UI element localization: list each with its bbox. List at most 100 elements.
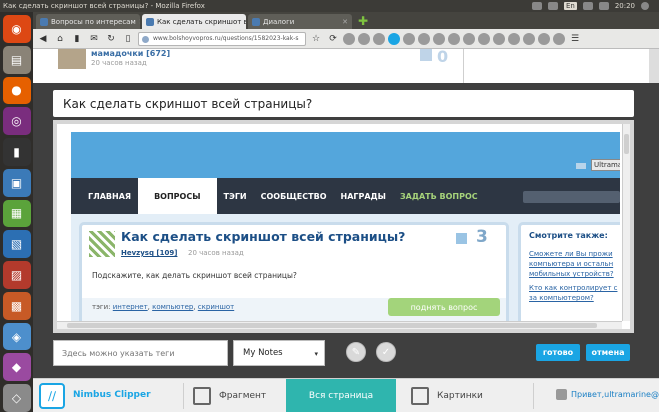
terminal-icon[interactable]: ▮ (2, 138, 31, 166)
firefox-icon[interactable]: ● (2, 76, 31, 105)
new-tab-plus-icon[interactable]: ✚ (354, 14, 372, 29)
tags-input[interactable] (53, 340, 228, 366)
addon-icon-7[interactable] (433, 32, 445, 45)
preview-header (71, 132, 620, 178)
addon-icon-8[interactable] (448, 32, 460, 45)
page-preview: Ultrama ГЛАВНАЯ ВОПРОСЫ ТЭГИ СООБЩЕСТВО … (53, 120, 634, 333)
tag-link: интернет (112, 303, 148, 311)
tab-label: Вопросы по интересам (51, 17, 136, 26)
addon-icon-6[interactable] (418, 32, 430, 45)
power-icon[interactable] (641, 2, 649, 10)
ubuntu-home-icon[interactable]: ◉ (2, 15, 31, 43)
edit-image-button[interactable]: ✓ (376, 342, 396, 362)
vote-count: 0 (437, 47, 449, 66)
battery-icon[interactable] (598, 2, 609, 10)
pen-edit-button[interactable]: ✎ (346, 342, 366, 362)
app-icon-3[interactable]: ▧ (2, 230, 31, 259)
tab-full-page-label: Вся страница (308, 391, 374, 401)
preview-vertical-scrollbar[interactable] (622, 124, 630, 321)
scroll-thumb[interactable] (624, 134, 629, 154)
volume-icon[interactable] (582, 2, 593, 10)
app-icon-2[interactable]: ▦ (2, 199, 31, 228)
reload-icon[interactable]: ⟳ (326, 32, 340, 46)
question-votes: 3 (476, 227, 488, 247)
close-icon[interactable]: ✕ (139, 18, 140, 26)
addon-icon-15[interactable] (553, 32, 565, 45)
top-panel: Как сделать скриншот всей страницы? - Mo… (0, 0, 659, 12)
refresh-icon[interactable]: ↻ (104, 32, 118, 46)
network-icon[interactable] (547, 2, 558, 10)
back-arrow-icon[interactable]: ◀ (36, 32, 50, 46)
scroll-thumb[interactable] (67, 323, 597, 328)
close-icon[interactable]: ✕ (342, 18, 348, 26)
user-icon (556, 389, 567, 400)
tab-bar: Вопросы по интересам ✕ Как сделать скрин… (33, 12, 659, 29)
menu-item-ask: ЗАДАТЬ ВОПРОС (399, 191, 478, 201)
tab-fragment[interactable]: Фрагмент (193, 379, 283, 412)
addon-icon-9[interactable] (463, 32, 475, 45)
preview-horizontal-scrollbar[interactable] (57, 321, 622, 329)
app-icon-1[interactable]: ▣ (2, 168, 31, 197)
eye-icon[interactable]: ◎ (2, 107, 31, 136)
divider (533, 383, 534, 409)
tab-interests[interactable]: Вопросы по интересам ✕ (36, 14, 140, 29)
addon-icon-11[interactable] (493, 32, 505, 45)
app-icon-5[interactable]: ▩ (2, 291, 31, 320)
mail-icon[interactable]: ✉ (87, 32, 101, 46)
addon-icon-2[interactable] (358, 32, 370, 45)
addon-icon-4[interactable] (388, 32, 400, 45)
edit-check-icon: ✓ (381, 346, 391, 358)
question-body: Подскажите, как делать скриншот всей стр… (92, 271, 297, 280)
addon-icon-12[interactable] (508, 32, 520, 45)
note-title[interactable]: Как сделать скриншот всей страницы? (53, 90, 634, 117)
mail-icon[interactable] (531, 2, 542, 10)
star-icon[interactable]: ☆ (309, 32, 323, 46)
clock[interactable]: 20:20 (615, 2, 635, 10)
tab-label: Как сделать скриншот все... (157, 17, 246, 26)
done-button[interactable]: готово (536, 344, 580, 361)
divider (183, 383, 184, 409)
addon-icon-1[interactable] (343, 32, 355, 45)
phone-icon[interactable]: ▯ (121, 32, 135, 46)
page-scrollbar[interactable] (649, 49, 659, 83)
tab-dialogs[interactable]: Диалоги ✕ (248, 14, 352, 29)
addon-icon-5[interactable] (403, 32, 415, 45)
home-icon[interactable]: ⌂ (53, 32, 67, 46)
tab-full-page[interactable]: Вся страница (286, 379, 396, 412)
menu-icon[interactable]: ☰ (568, 32, 582, 46)
preview-login: Ultrama (591, 159, 620, 171)
avatar (58, 49, 86, 69)
question-time: 20 часов назад (188, 249, 244, 257)
bookmark-icon[interactable]: ▮ (70, 32, 84, 46)
tags-label: тэги: (92, 303, 111, 311)
related-link: мобильных устройств? (529, 270, 614, 278)
cancel-button[interactable]: отмена (586, 344, 630, 361)
notebook-select[interactable]: My Notes ▾ (233, 340, 325, 366)
app-icon-8[interactable]: ◇ (2, 384, 31, 412)
message-icon (576, 163, 586, 169)
addon-icon-10[interactable] (478, 32, 490, 45)
tab-images[interactable]: Картинки (411, 379, 521, 412)
question-tags: тэги: интернет, компьютер, скриншот (92, 303, 235, 311)
app-icon-4[interactable]: ▨ (2, 261, 31, 289)
question-author: Hevzysq [109] (121, 249, 178, 257)
addon-icon-3[interactable] (373, 32, 385, 45)
keyboard-layout[interactable]: En (563, 2, 577, 10)
addon-icon-13[interactable] (523, 32, 535, 45)
site-favicon-icon (40, 17, 48, 26)
answer-time: 20 часов назад (91, 59, 147, 67)
addon-icon-14[interactable] (538, 32, 550, 45)
answer-author[interactable]: мамадочки [672] (91, 49, 170, 58)
nimbus-logo-icon: ∕∕ (39, 383, 65, 409)
account-greeting[interactable]: Привет,ultramarine@mai... (571, 390, 659, 399)
page-behind: мамадочки [672] 20 часов назад 0 (33, 47, 659, 83)
nimbus-toolbar: ∕∕ Nimbus Clipper Фрагмент Вся страница … (33, 378, 659, 412)
url-bar[interactable]: www.bolshoyvopros.ru/questions/1582023-k… (138, 31, 306, 46)
tab-screenshot-question[interactable]: Как сделать скриншот все... ✕ (142, 14, 246, 29)
tab-images-label: Картинки (437, 391, 483, 401)
files-icon[interactable]: ▤ (2, 45, 31, 74)
vote-square-icon (420, 49, 432, 61)
related-link: Сможете ли Вы прожи (529, 250, 613, 258)
app-icon-6[interactable]: ◈ (2, 322, 31, 351)
app-icon-7[interactable]: ◆ (2, 353, 31, 382)
